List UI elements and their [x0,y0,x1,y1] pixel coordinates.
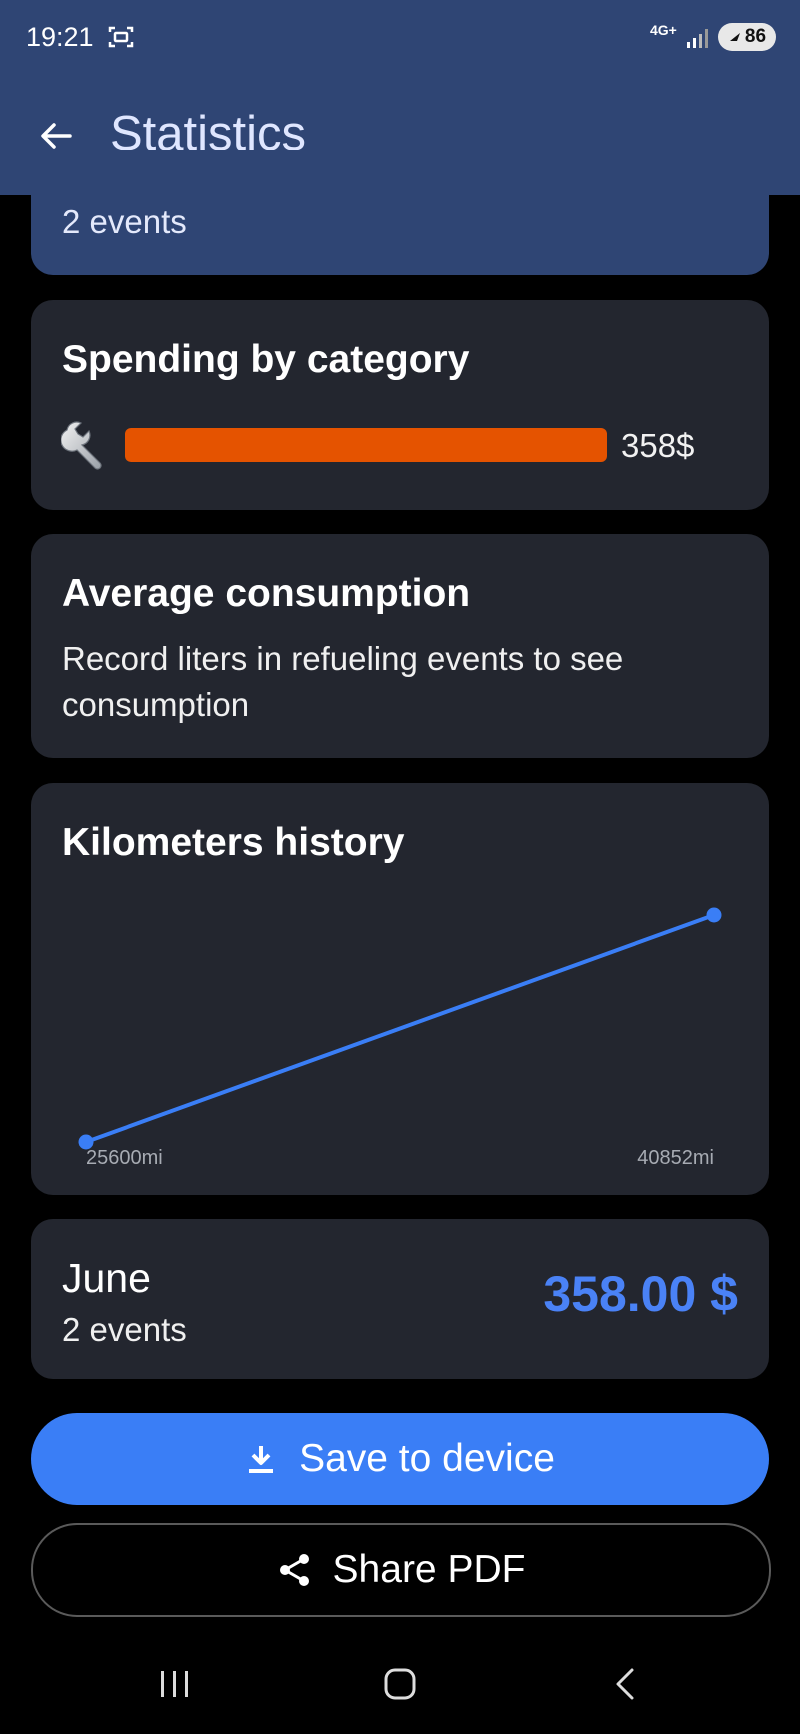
km-end-label: 40852mi [637,1147,714,1169]
battery-indicator: 86 [718,23,776,51]
screenshot-icon [108,25,134,49]
system-nav-bar [0,1640,800,1734]
consumption-message: Record liters in refueling events to see… [62,640,624,723]
summary-events: 2 events [62,203,187,240]
wrench-icon [60,418,113,470]
spending-title: Spending by category [62,338,470,381]
month-total: 358.00 $ [543,1266,738,1322]
km-history-card: Kilometers history 25600mi 40852mi [31,783,769,1195]
spending-card: Spending by category 358$ [31,300,769,510]
share-icon [279,1554,309,1586]
km-start-label: 25600mi [86,1147,163,1169]
recent-apps-icon [161,1671,188,1697]
km-series-line [85,913,715,1144]
consumption-title: Average consumption [62,572,471,615]
home-button[interactable] [375,1659,425,1709]
category-bar-fill [125,428,607,462]
consumption-card: Average consumption Record liters in ref… [31,534,769,758]
summary-card: 2 events [31,150,769,275]
save-label: Save to device [299,1437,555,1480]
chevron-left-icon [616,1668,634,1700]
category-bar [125,428,607,462]
save-to-device-button[interactable]: Save to device [31,1413,769,1505]
signal-icon [686,26,710,50]
month-card[interactable]: June 2 events 358.00 $ [31,1219,769,1379]
network-type: 4G+ [650,22,677,38]
battery-saver-icon [729,33,740,41]
km-history-chart: 25600mi 40852mi [78,907,722,1169]
category-value: 358$ [621,427,695,464]
arrow-left-icon [41,123,72,149]
month-events: 2 events [62,1311,187,1348]
download-icon [249,1446,274,1473]
month-name: June [62,1255,151,1301]
status-time: 19:21 [26,22,94,52]
share-pdf-button[interactable]: Share PDF [31,1523,771,1617]
recent-apps-button[interactable] [150,1659,200,1709]
share-label: Share PDF [332,1548,526,1591]
battery-level: 86 [744,26,767,47]
home-icon [384,1668,416,1700]
km-data-point [706,907,722,923]
back-nav-button[interactable] [600,1659,650,1709]
